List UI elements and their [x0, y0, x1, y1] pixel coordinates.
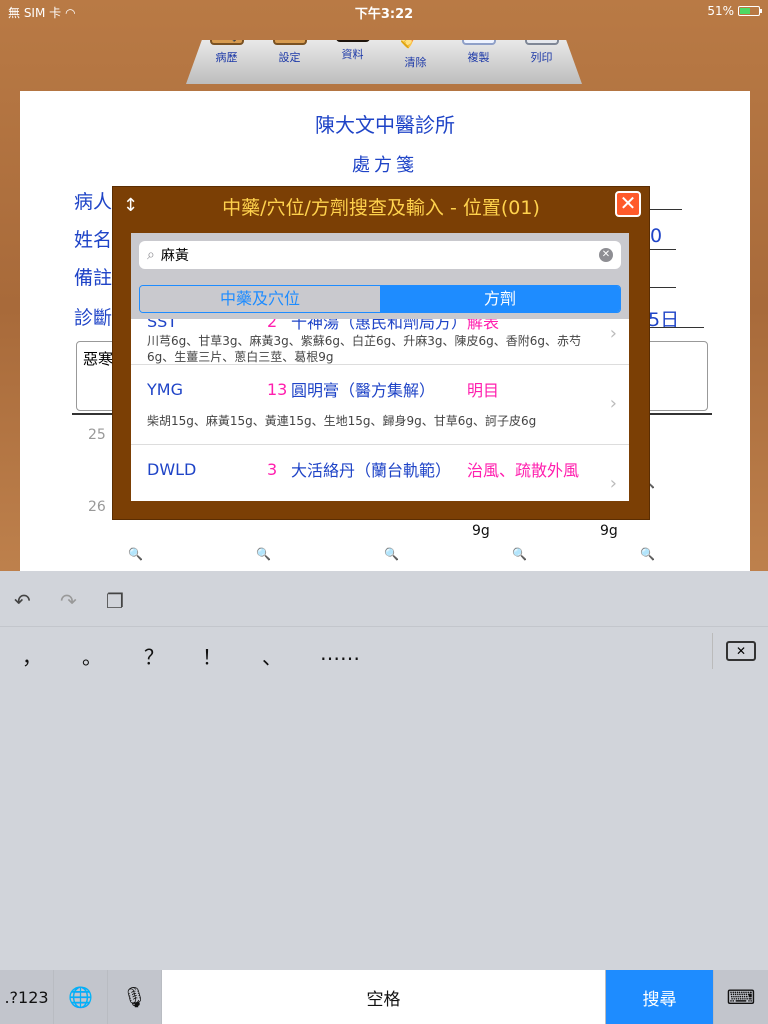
formula-count: 2: [267, 319, 278, 331]
date-line: [646, 327, 704, 328]
toolbar-history-label: 病歷: [215, 51, 238, 64]
punctuation-row: ， 。 ？ ！ 、 …… ✕: [0, 627, 768, 679]
keyboard-bottom-row: .?123 🌐 🎙 空格 搜尋 ⌨: [0, 970, 768, 1024]
row-number-26: 26: [88, 499, 106, 515]
chevron-right-icon: ›: [609, 323, 617, 344]
patient-line: [650, 209, 682, 210]
clinic-name: 陳大文中醫診所: [315, 113, 455, 137]
key-comma[interactable]: ，: [22, 641, 42, 670]
name-label: 姓名: [74, 229, 113, 251]
search-box: ⌕ ✕: [139, 241, 621, 269]
key-exclamation[interactable]: ！: [202, 641, 222, 670]
formula-effect: 明目: [467, 381, 500, 400]
magnifier-clipboard-icon: 🔍: [209, 40, 244, 45]
dose-value: 9g: [600, 523, 618, 539]
segment-herbs-acupoints[interactable]: 中藥及穴位: [140, 286, 380, 312]
toolbar-settings-label: 設定: [278, 51, 301, 64]
formula-code: DWLD: [147, 459, 197, 479]
remarks-label: 備註: [74, 267, 113, 289]
row-number-25: 25: [88, 427, 106, 443]
paste-icon[interactable]: ❐: [106, 589, 124, 613]
toolbar-copy-label: 複製: [467, 51, 490, 64]
name-tail: 0: [650, 225, 663, 247]
key-enumeration-comma[interactable]: 、: [262, 641, 282, 670]
diagnosis-label: 診斷: [74, 307, 113, 329]
undo-icon[interactable]: ↶: [14, 589, 31, 613]
formula-herbs: 柴胡15g、麻黃15g、黃連15g、生地15g、歸身9g、甘草6g、訶子皮6g: [147, 414, 537, 428]
search-icon[interactable]: 🔍: [384, 547, 399, 561]
toolbar-data-button[interactable]: 書 資料: [325, 40, 380, 62]
onscreen-keyboard: ↶ ↷ ❐ ， 。 ？ ！ 、 …… ✕ .?123 🌐 🎙 空格 搜尋 ⌨: [0, 571, 768, 1024]
search-bar: ⌕ ✕ 中藥及穴位 方劑: [131, 233, 629, 319]
key-ellipsis[interactable]: ……: [320, 641, 360, 665]
battery-percent: 51%: [707, 4, 734, 18]
list-item[interactable]: DWLD 3 大活絡丹（蘭台軌範） 治風、疏散外風 ›: [131, 445, 629, 501]
formula-name: 圓明膏（醫方集解）: [291, 381, 436, 400]
formula-herbs: 川芎6g、甘草3g、麻黃3g、紫蘇6g、白芷6g、升麻3g、陳皮6g、香附6g、…: [147, 334, 582, 364]
remarks-line: [650, 287, 676, 288]
name-line: [650, 249, 676, 250]
close-icon: ✕: [619, 191, 637, 215]
numbers-key[interactable]: .?123: [0, 970, 54, 1024]
broom-icon: 🧹: [399, 20, 432, 50]
category-segmented-control: 中藥及穴位 方劑: [139, 285, 621, 313]
chevron-right-icon: ›: [609, 393, 617, 414]
formula-code: YMG: [147, 379, 183, 399]
status-bar: 無 SIM 卡 ◠ 下午3:22 51%: [0, 0, 768, 22]
printer-icon: ⎙: [524, 40, 559, 45]
toolbar-copy-button[interactable]: ❐ 複製: [451, 40, 506, 64]
redo-icon[interactable]: ↷: [60, 589, 77, 613]
list-item[interactable]: SST 2 十神湯（惠民和劑局方） 解表 川芎6g、甘草3g、麻黃3g、紫蘇6g…: [131, 319, 629, 365]
search-icon[interactable]: 🔍: [256, 547, 271, 561]
formula-list: SST 2 十神湯（惠民和劑局方） 解表 川芎6g、甘草3g、麻黃3g、紫蘇6g…: [131, 319, 629, 501]
formula-code: SST: [147, 319, 178, 331]
dose-value: 9g: [472, 523, 490, 539]
search-icon[interactable]: 🔍: [512, 547, 527, 561]
toolbar-history-button[interactable]: 🔍 病歷: [199, 40, 254, 64]
toolbar-settings-button[interactable]: ⇅ 設定: [262, 40, 317, 64]
toolbar-print-label: 列印: [530, 51, 553, 64]
search-icon: ⌕: [147, 247, 155, 263]
battery-icon: [738, 6, 762, 16]
search-icon[interactable]: 🔍: [128, 547, 143, 561]
search-input[interactable]: [160, 247, 621, 263]
copy-icon: ❐: [461, 40, 496, 45]
popup-content: ⌕ ✕ 中藥及穴位 方劑 SST 2 十神湯（惠民和劑局方） 解表 川芎6g、甘…: [131, 233, 629, 501]
key-period[interactable]: 。: [82, 641, 102, 670]
space-key[interactable]: 空格: [162, 970, 606, 1024]
close-button[interactable]: ✕: [615, 191, 641, 217]
status-time: 下午3:22: [354, 7, 414, 22]
book-icon: 書: [335, 40, 370, 42]
prescription-title: 處方箋: [352, 155, 418, 176]
toolbar-clear-label: 清除: [404, 56, 427, 69]
formula-name: 十神湯（惠民和劑局方）: [291, 319, 467, 332]
backspace-icon[interactable]: ✕: [726, 641, 756, 661]
chevron-right-icon: ›: [609, 473, 617, 494]
search-key[interactable]: 搜尋: [606, 970, 714, 1024]
hide-keyboard-icon[interactable]: ⌨: [714, 970, 768, 1024]
formula-count: 13: [267, 379, 288, 399]
toolbar-print-button[interactable]: ⎙ 列印: [514, 40, 569, 64]
formula-effect: 治風、疏散外風: [467, 461, 580, 480]
herb-search-popup: ↕ 中藥/穴位/方劑搜查及輸入 - 位置(01) ✕ ⌕ ✕ 中藥及穴位 方劑 …: [112, 186, 650, 520]
key-question[interactable]: ？: [144, 641, 164, 670]
settings-clipboard-icon: ⇅: [272, 40, 307, 45]
patient-label: 病人: [74, 191, 113, 213]
search-icon[interactable]: 🔍: [640, 547, 655, 561]
popup-title: 中藥/穴位/方劑搜查及輸入 - 位置(01): [222, 197, 540, 219]
main-toolbar: 🔍 病歷 ⇅ 設定 書 資料 🧹 清除 ❐ 複製 ⎙ 列印: [186, 40, 582, 84]
formula-count: 3: [267, 459, 278, 479]
keyboard-shortcut-bar: ↶ ↷ ❐: [0, 571, 768, 627]
formula-name: 大活絡丹（蘭台軌範）: [291, 461, 452, 480]
formula-effect: 解表: [467, 319, 500, 332]
toolbar-data-label: 資料: [341, 48, 364, 61]
clear-search-icon[interactable]: ✕: [599, 248, 613, 262]
globe-icon[interactable]: 🌐: [54, 970, 108, 1024]
toolbar-clear-button[interactable]: 🧹 清除: [388, 20, 443, 69]
segment-formulas[interactable]: 方劑: [380, 286, 620, 312]
list-item[interactable]: YMG 13 圓明膏（醫方集解） 明目 柴胡15g、麻黃15g、黃連15g、生地…: [131, 365, 629, 445]
keyboard-separator: [712, 633, 713, 669]
microphone-icon[interactable]: 🎙: [108, 970, 162, 1024]
